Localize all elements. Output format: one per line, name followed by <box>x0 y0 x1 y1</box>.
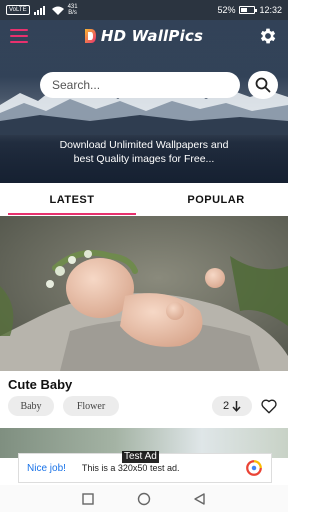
recents-square-icon[interactable] <box>81 492 95 506</box>
ad-label: Test Ad <box>122 451 159 463</box>
volte-badge: VoLTE <box>6 5 30 15</box>
signal-icon <box>33 5 45 15</box>
ad-nice-text: Nice job! <box>27 462 66 474</box>
ad-logo-icon <box>246 460 262 476</box>
wallpaper-title: Cute Baby <box>8 377 73 392</box>
clock: 12:32 <box>259 5 282 15</box>
search-bar[interactable] <box>40 72 240 98</box>
hamburger-menu-icon[interactable] <box>10 29 28 43</box>
search-icon <box>255 77 271 93</box>
system-nav-bar <box>0 485 288 512</box>
status-bar: VoLTE 431 B/s 52% 12:32 <box>0 0 288 20</box>
app-logo: HD WallPics <box>83 27 203 45</box>
tab-bar: LATEST POPULAR <box>0 183 288 216</box>
hero-banner: HD WallPics Download Unlimited Wallpaper… <box>0 20 288 183</box>
search-button[interactable] <box>248 71 278 99</box>
download-count: 2 <box>222 400 230 412</box>
home-circle-icon[interactable] <box>137 492 151 506</box>
download-count-button[interactable]: 2 <box>212 396 252 416</box>
network-speed: 431 B/s <box>67 4 78 16</box>
app-title: HD WallPics <box>100 27 204 45</box>
heart-icon[interactable] <box>260 397 278 415</box>
battery-level <box>241 8 248 12</box>
ad-body: This is a 320x50 test ad. <box>81 463 180 473</box>
logo-mark-icon <box>84 29 96 43</box>
back-triangle-icon[interactable] <box>193 492 207 506</box>
baby-photo <box>0 216 288 371</box>
search-input[interactable] <box>52 78 240 92</box>
tag-chip[interactable]: Flower <box>63 396 119 416</box>
hero-tagline: Download Unlimited Wallpapers and best Q… <box>59 139 229 165</box>
wifi-icon <box>51 6 64 15</box>
gear-icon[interactable] <box>258 26 278 46</box>
battery-percent: 52% <box>217 5 236 15</box>
tab-latest[interactable]: LATEST <box>0 183 144 216</box>
tab-popular[interactable]: POPULAR <box>144 183 288 216</box>
tag-chip[interactable]: Baby <box>8 396 54 416</box>
arrow-down-icon <box>232 400 241 412</box>
wallpaper-image[interactable] <box>0 216 288 371</box>
battery-icon <box>239 6 258 14</box>
